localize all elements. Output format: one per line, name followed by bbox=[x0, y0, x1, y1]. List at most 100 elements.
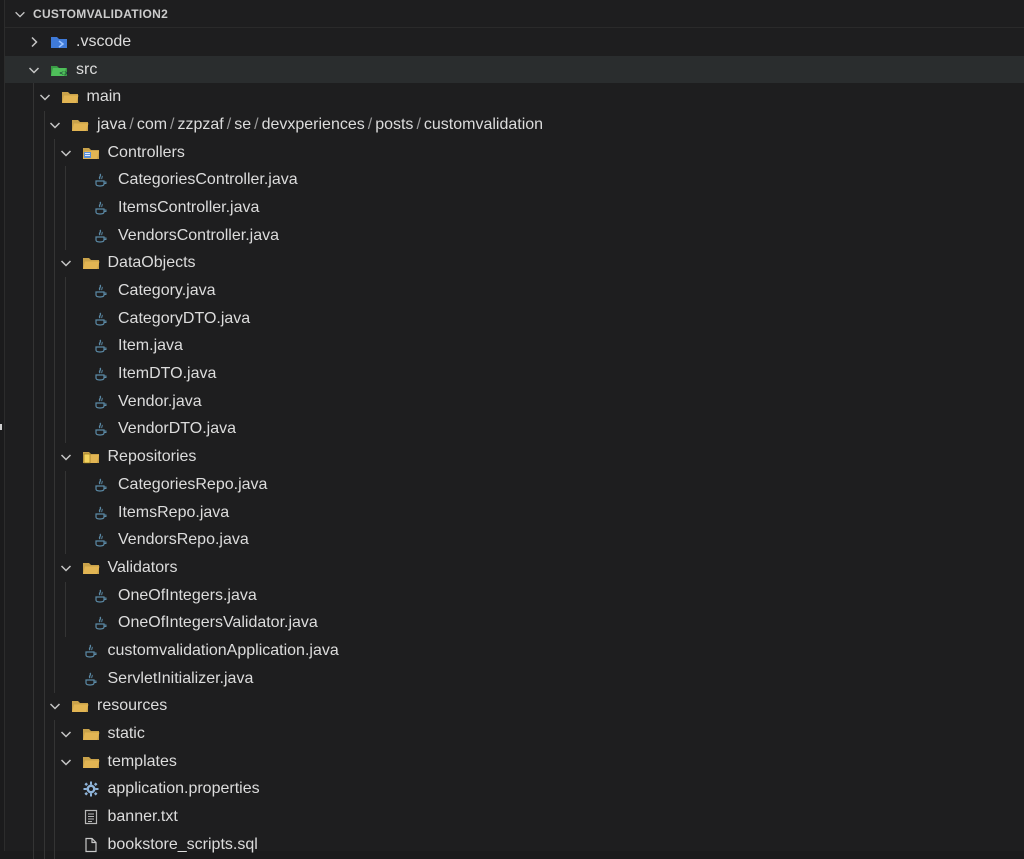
file-tree: .vscode <> src main java / com / zzpzaf / se / devxp… bbox=[5, 28, 1024, 859]
tree-file-item[interactable]: Category.java bbox=[5, 277, 1024, 305]
indent-guide bbox=[33, 277, 34, 305]
tree-item-label: resources bbox=[97, 697, 168, 715]
indent-guide bbox=[43, 415, 45, 444]
project-title: CUSTOMVALIDATION2 bbox=[33, 6, 169, 21]
java-file-icon bbox=[92, 338, 110, 354]
indent-guide bbox=[64, 360, 66, 388]
chevron-right-icon[interactable] bbox=[26, 34, 42, 50]
indent-guide bbox=[33, 609, 34, 638]
chevron-down-icon[interactable] bbox=[58, 754, 74, 770]
chevron-down-icon[interactable] bbox=[47, 117, 63, 133]
tree-file-item[interactable]: CategoriesRepo.java bbox=[5, 471, 1024, 499]
text-file-icon bbox=[82, 809, 100, 825]
tree-item-label: main bbox=[86, 88, 122, 106]
tree-file-item[interactable]: OneOfIntegersValidator.java bbox=[5, 609, 1024, 638]
tree-folder-item[interactable]: Validators bbox=[5, 554, 1024, 582]
indent-guide bbox=[64, 194, 66, 222]
folder-open-icon bbox=[71, 698, 89, 714]
tree-file-item[interactable]: banner.txt bbox=[5, 803, 1024, 831]
indent-guide bbox=[54, 138, 55, 167]
chevron-down-icon[interactable] bbox=[58, 726, 74, 742]
tree-item-label: DataObjects bbox=[107, 254, 196, 272]
tree-file-item[interactable]: customvalidationApplication.java bbox=[5, 637, 1024, 665]
tree-file-item[interactable]: ServletInitializer.java bbox=[5, 664, 1024, 693]
tree-file-item[interactable]: OneOfIntegers.java bbox=[5, 581, 1024, 610]
tree-folder-item[interactable]: main bbox=[5, 83, 1024, 112]
indent-guide bbox=[54, 443, 55, 471]
src-folder-icon: <> bbox=[50, 62, 68, 78]
chevron-down-icon[interactable] bbox=[26, 62, 42, 78]
chevron-down-icon[interactable] bbox=[37, 89, 53, 105]
tree-item-label: Category.java bbox=[118, 282, 216, 300]
indent-guide bbox=[43, 360, 45, 388]
tree-folder-item[interactable]: <> src bbox=[5, 55, 1024, 84]
java-file-icon bbox=[82, 643, 100, 659]
folder-open-icon bbox=[82, 255, 100, 271]
indent-guide bbox=[43, 304, 45, 333]
svg-text:<>: <> bbox=[59, 70, 68, 77]
tree-file-item[interactable]: ItemsController.java bbox=[5, 194, 1024, 222]
indent-guide bbox=[43, 194, 45, 222]
indent-guide bbox=[33, 166, 34, 195]
tree-item-label: Vendor.java bbox=[118, 392, 202, 410]
tree-file-item[interactable]: VendorDTO.java bbox=[5, 415, 1024, 444]
chevron-down-icon[interactable] bbox=[58, 255, 74, 271]
tree-folder-item[interactable]: templates bbox=[5, 747, 1024, 776]
tree-file-item[interactable]: VendorsController.java bbox=[5, 221, 1024, 250]
tree-file-item[interactable]: CategoryDTO.java bbox=[5, 304, 1024, 333]
chevron-down-icon[interactable] bbox=[58, 145, 74, 161]
indent-guide bbox=[43, 498, 45, 527]
indent-guide bbox=[64, 387, 66, 416]
tree-file-item[interactable]: ItemDTO.java bbox=[5, 360, 1024, 388]
indent-guide bbox=[33, 360, 34, 388]
chevron-down-icon[interactable] bbox=[58, 449, 74, 465]
indent-guide bbox=[43, 387, 45, 416]
tree-folder-item[interactable]: Repositories bbox=[5, 443, 1024, 471]
tree-item-label: bookstore_scripts.sql bbox=[107, 835, 258, 853]
java-file-icon bbox=[92, 172, 110, 188]
gear-icon bbox=[82, 781, 100, 797]
indent-guide bbox=[43, 526, 45, 555]
tree-file-item[interactable]: ItemsRepo.java bbox=[5, 498, 1024, 527]
tree-file-item[interactable]: application.properties bbox=[5, 775, 1024, 804]
indent-guide bbox=[54, 581, 55, 610]
indent-guide bbox=[64, 609, 66, 638]
tree-file-item[interactable]: VendorsRepo.java bbox=[5, 526, 1024, 555]
indent-guide bbox=[54, 747, 55, 776]
file-icon bbox=[82, 837, 100, 853]
tree-folder-item[interactable]: DataObjects bbox=[5, 249, 1024, 278]
indent-guide bbox=[43, 830, 45, 859]
tree-file-item[interactable]: bookstore_scripts.sql bbox=[5, 830, 1024, 859]
indent-guide bbox=[54, 332, 55, 361]
indent-guide bbox=[54, 554, 55, 582]
controllers-folder-icon bbox=[82, 145, 100, 161]
chevron-down-icon[interactable] bbox=[47, 698, 63, 714]
tree-file-item[interactable]: CategoriesController.java bbox=[5, 166, 1024, 195]
indent-guide bbox=[64, 471, 66, 499]
indent-guide bbox=[54, 166, 55, 195]
explorer-section-header[interactable]: CUSTOMVALIDATION2 bbox=[5, 0, 1024, 28]
tree-folder-item[interactable]: static bbox=[5, 720, 1024, 748]
tree-folder-item[interactable]: java / com / zzpzaf / se / devxperiences / posts / c… bbox=[5, 111, 1024, 139]
indent-guide bbox=[54, 526, 55, 555]
indent-guide bbox=[33, 387, 34, 416]
indent-guide bbox=[33, 83, 34, 112]
java-file-icon bbox=[92, 532, 110, 548]
tree-item-label: Item.java bbox=[118, 337, 183, 355]
indent-guide bbox=[43, 249, 45, 278]
tree-item-label: banner.txt bbox=[107, 808, 178, 826]
tree-folder-item[interactable]: Controllers bbox=[5, 138, 1024, 167]
tree-folder-item[interactable]: .vscode bbox=[5, 28, 1024, 56]
tree-folder-item[interactable]: resources bbox=[5, 692, 1024, 721]
java-file-icon bbox=[92, 283, 110, 299]
folder-open-icon bbox=[61, 89, 79, 105]
repositories-folder-icon bbox=[82, 449, 100, 465]
java-file-icon bbox=[92, 394, 110, 410]
tree-file-item[interactable]: Item.java bbox=[5, 332, 1024, 361]
tree-item-label: .vscode bbox=[76, 32, 132, 50]
chevron-down-icon[interactable] bbox=[58, 560, 74, 576]
indent-guide bbox=[54, 304, 55, 333]
indent-guide bbox=[54, 803, 55, 831]
tree-file-item[interactable]: Vendor.java bbox=[5, 387, 1024, 416]
indent-guide bbox=[54, 609, 55, 638]
